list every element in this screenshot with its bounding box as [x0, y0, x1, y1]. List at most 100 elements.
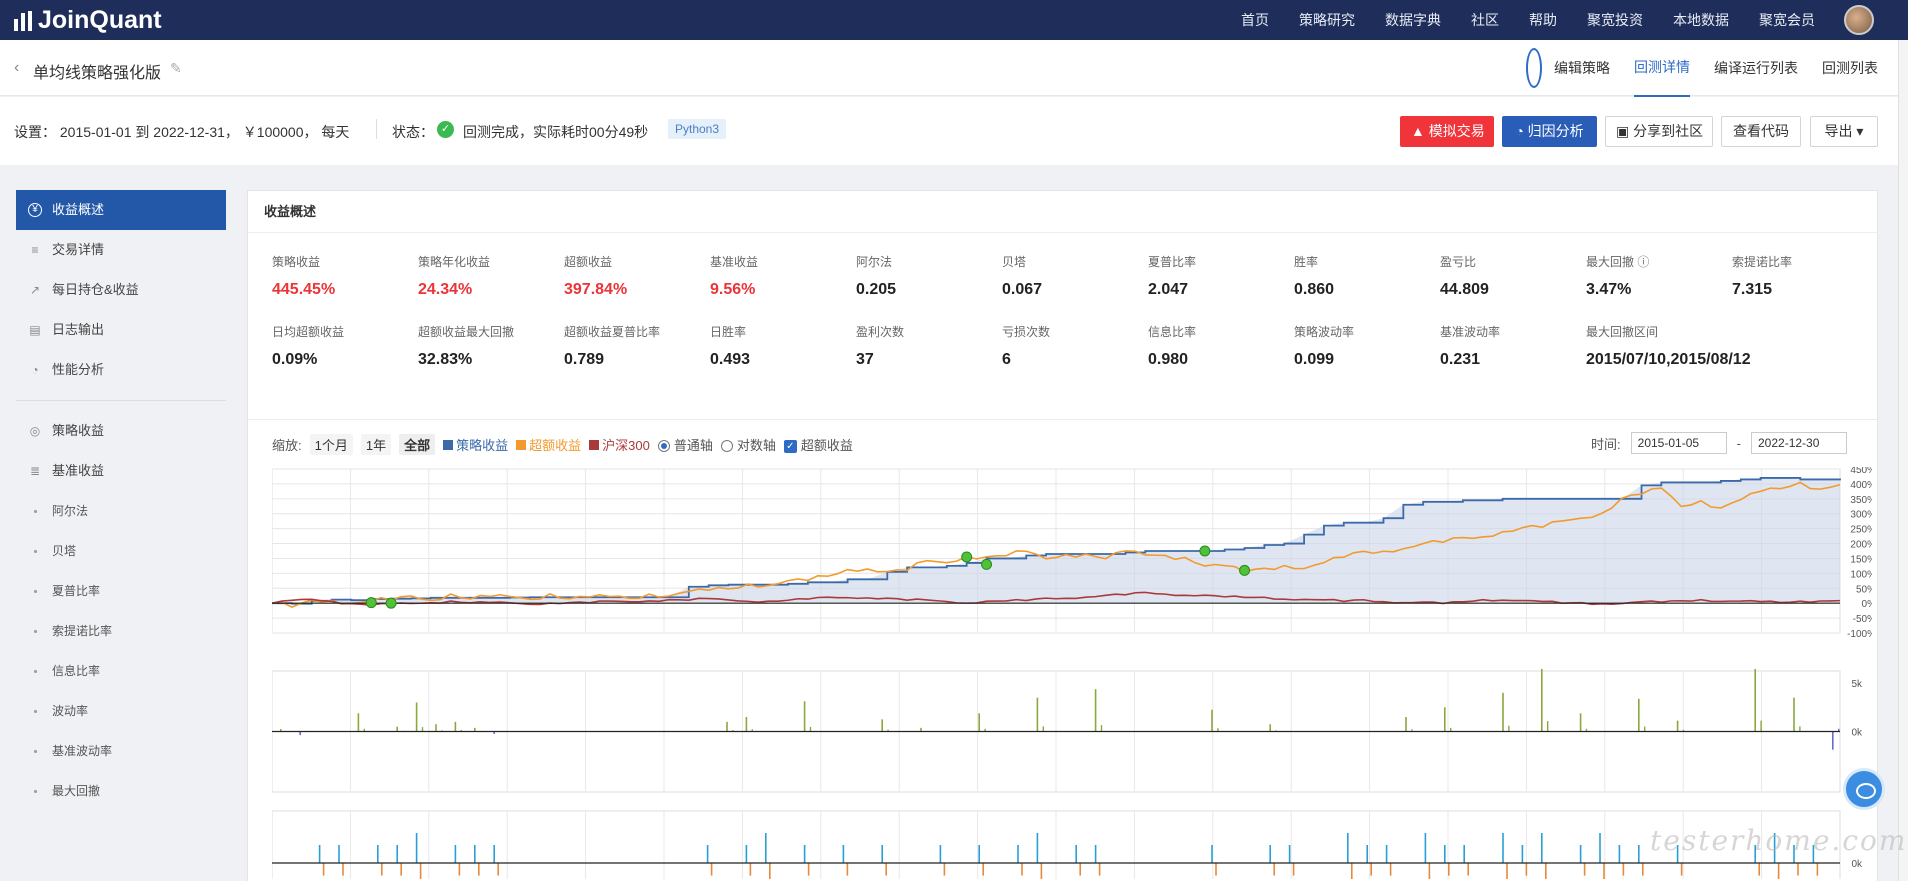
tab-compile-list[interactable]: 编译运行列表 — [1714, 40, 1798, 96]
zoom-1m-button[interactable]: 1个月 — [309, 433, 353, 455]
sidebar-item[interactable]: ◎ 策略收益 — [16, 411, 226, 451]
metric-value: 6 — [1002, 351, 1011, 368]
date-from-input[interactable] — [1630, 432, 1727, 454]
buy-bar — [706, 845, 709, 863]
user-avatar[interactable] — [1844, 5, 1874, 35]
nav-item[interactable]: 首页 — [1226, 0, 1284, 40]
metric-label: 信息比率 — [1148, 325, 1197, 339]
sell-bar — [1079, 863, 1081, 876]
pnl-bar — [978, 713, 980, 732]
divider — [376, 119, 377, 139]
sidebar-item[interactable]: ◔ 性能分析 — [16, 350, 226, 390]
pnl-bar — [1541, 669, 1543, 732]
zoom-1y-button[interactable]: 1年 — [360, 433, 392, 455]
sidebar-item[interactable]: 索提诺比率 — [16, 611, 226, 651]
back-icon[interactable]: ‹ — [14, 59, 19, 77]
sell-bar — [885, 863, 887, 876]
sidebar-item[interactable]: 最大回撤 — [16, 771, 226, 811]
tab-edit-strategy[interactable]: 编辑策略 — [1554, 40, 1610, 96]
nav-item[interactable]: 本地数据 — [1658, 0, 1744, 40]
sidebar-item[interactable]: 波动率 — [16, 691, 226, 731]
tab-backtest-list[interactable]: 回测列表 — [1822, 40, 1878, 96]
stopwatch-icon — [1526, 48, 1542, 88]
nav-item[interactable]: 社区 — [1456, 0, 1514, 40]
sidebar-item[interactable]: ≡ 交易详情 — [16, 230, 226, 270]
sidebar-item[interactable]: 信息比率 — [16, 651, 226, 691]
buy-bar — [1541, 833, 1543, 863]
share-button[interactable]: ▣ 分享到社区 — [1605, 116, 1713, 147]
sell-bar — [400, 863, 402, 876]
tab-backtest-detail[interactable]: 回测详情 — [1634, 39, 1690, 97]
sidebar-item-label: 每日持仓&收益 — [52, 282, 139, 297]
date-to-input[interactable] — [1751, 432, 1847, 454]
radio-empty-icon — [720, 440, 733, 453]
metric: 盈利次数 37 — [856, 323, 996, 372]
excess-checkbox[interactable]: ✓ 超额收益 — [783, 435, 853, 454]
sell-bar — [497, 863, 499, 876]
buy-bar — [318, 845, 321, 863]
metric-value: 3.47% — [1586, 281, 1632, 298]
zoom-all-button[interactable]: 全部 — [399, 433, 436, 455]
pnl-bar — [396, 726, 398, 732]
returns-line-chart[interactable]: 450% 400% 350% 300% 250% 200% 150% 100% 50% 0% -50… — [272, 467, 1872, 637]
nav-item[interactable]: 聚宽投资 — [1572, 0, 1658, 40]
sell-bar — [749, 863, 752, 876]
nav-item[interactable]: 聚宽会员 — [1744, 0, 1830, 40]
nav-item[interactable]: 策略研究 — [1284, 0, 1370, 40]
simulate-trade-button[interactable]: ▲ 模拟交易 — [1400, 116, 1494, 147]
metric-value: 37 — [856, 351, 874, 368]
metric: 日均超额收益 0.09% — [272, 323, 412, 372]
trade-marker — [981, 558, 993, 570]
metric-value: 0.860 — [1294, 281, 1335, 298]
legend-excess-label: 超额收益 — [529, 437, 582, 453]
export-button[interactable]: 导出 ▾ — [1810, 116, 1878, 147]
sidebar-item-icon: ¥ — [28, 203, 42, 217]
y-tick-label: 300% — [1850, 510, 1872, 521]
edit-title-icon[interactable]: ✎ — [170, 60, 182, 77]
status-value: 回测完成，实际耗时00分49秒 — [463, 124, 649, 140]
sidebar-item[interactable]: ≣ 基准收益 — [16, 451, 226, 491]
trade-marker — [385, 597, 397, 609]
logo-text: JoinQuant — [38, 6, 162, 34]
pnl-bar — [1644, 726, 1646, 732]
metric-label: 盈利次数 — [856, 325, 905, 339]
daily-pnl-bar-chart[interactable]: 5k0k-5k每日盈亏 — [272, 669, 1872, 794]
sidebar-item[interactable]: 阿尔法 — [16, 491, 226, 531]
metric-value: 7.315 — [1732, 281, 1773, 298]
check-circle-icon: ✓ — [437, 121, 454, 138]
chat-support-icon[interactable] — [1843, 768, 1885, 810]
sidebar-item[interactable]: ↗ 每日持仓&收益 — [16, 270, 226, 310]
sell-bar — [1622, 863, 1625, 876]
trades-bar-chart[interactable]: 0k买卖 — [272, 809, 1872, 879]
page-scrollbar[interactable] — [1898, 40, 1908, 881]
log-axis-radio[interactable]: 对数轴 — [720, 435, 776, 454]
normal-axis-radio[interactable]: 普通轴 — [657, 435, 713, 454]
sidebar-item[interactable]: 贝塔 — [16, 531, 226, 571]
legend-strategy[interactable]: 策略收益 — [443, 435, 508, 454]
sidebar-item[interactable]: ¥ 收益概述 — [16, 190, 226, 230]
legend-excess[interactable]: 超额收益 — [516, 435, 581, 454]
nav-item[interactable]: 帮助 — [1514, 0, 1572, 40]
metric-label: 最大回撤 ⓘ — [1586, 255, 1650, 269]
sell-bar — [1506, 863, 1508, 879]
nav-item[interactable]: 数据字典 — [1370, 0, 1456, 40]
sidebar-item[interactable]: 基准波动率 — [16, 731, 226, 771]
sidebar-item[interactable]: ▤ 日志输出 — [16, 310, 226, 350]
y-tick-label: 0k — [1851, 859, 1863, 870]
view-code-button[interactable]: 查看代码 — [1721, 116, 1801, 147]
sell-bar — [807, 863, 810, 876]
legend-hs300[interactable]: 沪深300 — [589, 435, 650, 454]
buy-bar — [377, 845, 379, 863]
returns-overview-panel: 收益概述 策略收益 445.45% 策略年化收益 24.34% 超额收益 397.84% 基… — [247, 190, 1878, 881]
metric-label: 基准波动率 — [1440, 325, 1501, 339]
sidebar-item[interactable]: 夏普比率 — [16, 571, 226, 611]
joinquant-logo[interactable]: JoinQuant — [14, 6, 162, 35]
metric-value: 44.809 — [1440, 281, 1489, 298]
sidebar-item-icon: ▤ — [29, 323, 41, 337]
settings-row: 设置： 2015-01-01 到 2022-12-31， ￥100000， 每天… — [0, 97, 1908, 165]
trade-marker — [1199, 545, 1211, 557]
pnl-bar — [1211, 709, 1213, 732]
attribution-button[interactable]: ◔ 归因分析 — [1502, 116, 1597, 147]
sell-bar — [1428, 863, 1431, 879]
metric-value: 397.84% — [564, 281, 628, 298]
